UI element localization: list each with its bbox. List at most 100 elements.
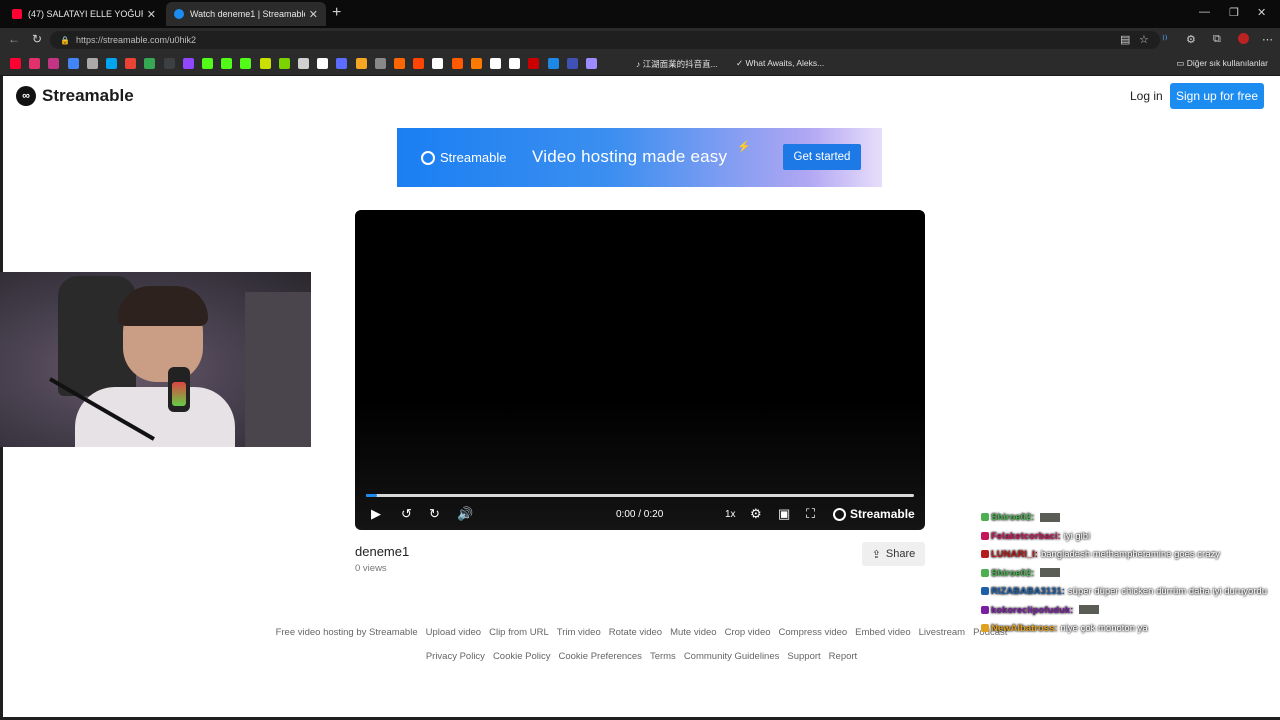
video-title: deneme1 bbox=[355, 544, 410, 559]
rewind-icon[interactable]: ↺ bbox=[401, 506, 412, 522]
bookmark-icon[interactable] bbox=[336, 58, 348, 69]
bookmark-icon[interactable] bbox=[509, 58, 521, 69]
footer-link[interactable]: Support bbox=[787, 651, 820, 662]
bookmark-icon[interactable] bbox=[144, 58, 156, 69]
speed-button[interactable]: 1x bbox=[725, 509, 736, 520]
progress-bar[interactable] bbox=[366, 494, 914, 497]
bookmark-icon[interactable] bbox=[29, 58, 41, 69]
site-logo[interactable]: ∞ Streamable bbox=[16, 86, 134, 106]
bookmark-icon[interactable] bbox=[182, 58, 194, 69]
bookmark-icon[interactable] bbox=[106, 58, 117, 69]
bookmark-icon[interactable] bbox=[163, 58, 175, 69]
play-icon[interactable]: ▶ bbox=[371, 506, 381, 522]
chat-text: süper düper chicken dürrüm daha iyi duru… bbox=[1067, 586, 1267, 597]
bookmark-icon[interactable] bbox=[547, 58, 559, 69]
bookmark-icon[interactable] bbox=[67, 58, 79, 69]
bookmark-icon[interactable] bbox=[451, 58, 463, 69]
address-bar[interactable]: 🔒 https://streamable.com/u0hik2 bbox=[50, 31, 1160, 49]
player-brand[interactable]: Streamable bbox=[833, 507, 915, 521]
bookmark-icon[interactable] bbox=[566, 58, 578, 69]
footer-link[interactable]: Livestream bbox=[919, 627, 965, 638]
minimize-button[interactable]: — bbox=[1199, 6, 1210, 18]
banner-headline: Video hosting made easy bbox=[532, 147, 728, 166]
chat-emote-icon bbox=[1040, 568, 1061, 578]
lock-icon: 🔒 bbox=[60, 35, 70, 45]
bookmark-icon[interactable] bbox=[394, 58, 405, 69]
footer-link[interactable]: Cookie Preferences bbox=[559, 651, 642, 662]
bookmark-icon[interactable] bbox=[259, 58, 271, 69]
reader-icon[interactable]: ▤ bbox=[1120, 33, 1130, 46]
footer-link[interactable]: Mute video bbox=[670, 627, 716, 638]
volume-icon[interactable]: 🔊 bbox=[457, 506, 473, 522]
promo-banner[interactable]: Streamable Video hosting made easy ⚡ Get… bbox=[397, 128, 882, 187]
collections-icon[interactable]: ⧉ bbox=[1213, 33, 1221, 46]
bookmark-steam[interactable]: ✓ What Awaits, Aleks... bbox=[736, 58, 824, 69]
tab-streamable[interactable]: Watch deneme1 | Streamable ✕ bbox=[166, 2, 326, 26]
reload-icon[interactable]: ↻ bbox=[32, 32, 42, 46]
bookmark-icon[interactable] bbox=[528, 58, 540, 69]
bookmark-icon[interactable] bbox=[202, 58, 213, 69]
extensions-icon[interactable]: ⚙ bbox=[1186, 33, 1196, 46]
chat-badge-icon bbox=[981, 587, 989, 596]
bookmark-icon[interactable] bbox=[240, 58, 252, 69]
chat-message: RIZABABA3131: süper düper chicken dürrüm … bbox=[981, 583, 1267, 602]
chat-text: iyi gibi bbox=[1063, 530, 1091, 542]
read-aloud-icon[interactable]: ⁾⁾ bbox=[1162, 33, 1167, 46]
footer-link[interactable]: Upload video bbox=[426, 627, 481, 638]
bookmark-icon[interactable] bbox=[374, 58, 386, 69]
bookmark-icon[interactable] bbox=[355, 58, 367, 69]
other-bookmarks[interactable]: ▭ Diğer sık kullanılanlar bbox=[1176, 58, 1268, 69]
bookmark-icon[interactable] bbox=[317, 58, 329, 69]
bookmark-icon[interactable] bbox=[10, 58, 21, 69]
cam-background bbox=[245, 292, 311, 447]
bookmark-icon[interactable] bbox=[221, 58, 233, 69]
settings-gear-icon[interactable]: ⚙ bbox=[750, 506, 762, 522]
new-tab-button[interactable]: + bbox=[332, 4, 341, 22]
footer-link[interactable]: Community Guidelines bbox=[684, 651, 780, 662]
video-player[interactable]: ▶ ↺ ↻ 🔊 0:00 / 0:20 1x ⚙ ▣ ⛶ Streamable bbox=[355, 210, 925, 530]
share-button[interactable]: ⇪ Share bbox=[862, 542, 925, 566]
maximize-button[interactable]: ❐ bbox=[1229, 6, 1239, 19]
favorite-star-icon[interactable]: ☆ bbox=[1139, 33, 1149, 46]
close-window-button[interactable]: ✕ bbox=[1257, 6, 1266, 19]
footer-link[interactable]: Cookie Policy bbox=[493, 651, 551, 662]
streamable-logo-icon bbox=[421, 150, 435, 165]
footer-link[interactable]: Crop video bbox=[725, 627, 771, 638]
bookmark-icon[interactable] bbox=[48, 58, 60, 69]
pip-icon[interactable]: ▣ bbox=[778, 506, 790, 522]
footer-link[interactable]: Report bbox=[829, 651, 858, 662]
footer-link[interactable]: Privacy Policy bbox=[426, 651, 485, 662]
close-tab-icon[interactable]: ✕ bbox=[309, 8, 318, 21]
bookmark-douyin[interactable]: ♪ 江湖面業的抖音直... bbox=[636, 58, 718, 70]
profile-avatar[interactable] bbox=[1238, 33, 1249, 44]
chat-message: NewAlbatross: niye çok monoton ya bbox=[981, 620, 1241, 639]
forward-icon[interactable]: ↻ bbox=[429, 506, 440, 522]
signup-button[interactable]: Sign up for free bbox=[1170, 83, 1264, 109]
fullscreen-icon[interactable]: ⛶ bbox=[806, 506, 815, 522]
bookmark-icon[interactable] bbox=[470, 58, 482, 69]
chat-badge-icon bbox=[981, 624, 989, 633]
footer-link[interactable]: Embed video bbox=[855, 627, 910, 638]
footer-link[interactable]: Free video hosting by Streamable bbox=[276, 627, 418, 638]
bookmark-icon[interactable] bbox=[278, 58, 290, 69]
footer-link[interactable]: Trim video bbox=[557, 627, 601, 638]
back-icon[interactable]: ← bbox=[8, 32, 20, 46]
footer-link[interactable]: Clip from URL bbox=[489, 627, 549, 638]
bookmark-icon[interactable] bbox=[86, 58, 98, 69]
footer-link[interactable]: Compress video bbox=[779, 627, 848, 638]
bookmark-icon[interactable] bbox=[490, 58, 501, 69]
close-tab-icon[interactable]: ✕ bbox=[147, 8, 156, 21]
bookmark-icon[interactable] bbox=[125, 58, 137, 69]
get-started-button[interactable]: Get started bbox=[783, 144, 861, 170]
footer-link[interactable]: Terms bbox=[650, 651, 676, 662]
more-menu-icon[interactable]: ⋯ bbox=[1262, 33, 1273, 46]
footer-links-secondary: Privacy Policy Cookie Policy Cookie Prefer… bbox=[3, 651, 1280, 662]
bookmark-icon[interactable] bbox=[298, 58, 309, 69]
footer-link[interactable]: Rotate video bbox=[609, 627, 662, 638]
chat-emote-icon bbox=[1079, 605, 1100, 615]
bookmark-icon[interactable] bbox=[432, 58, 444, 69]
login-link[interactable]: Log in bbox=[1130, 89, 1163, 103]
bookmark-icon[interactable] bbox=[586, 58, 597, 69]
tab-youtube[interactable]: (47) SALATAYI ELLE YOĞURMAK! ✕ bbox=[4, 2, 164, 26]
bookmark-icon[interactable] bbox=[413, 58, 425, 69]
